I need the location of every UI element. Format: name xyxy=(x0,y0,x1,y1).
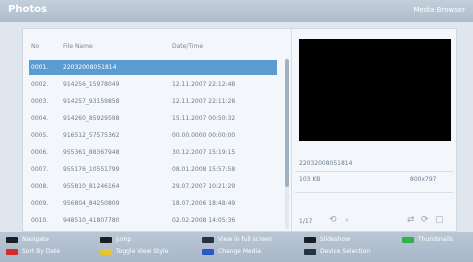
hint-navigate-label: Navigate xyxy=(22,236,49,243)
row-number: 0008. xyxy=(31,183,49,190)
remote-hint-bar: Navigate Sort By Date Jump Toggle View S… xyxy=(0,232,473,262)
row-datetime: 12.11.2007 22:11:28 xyxy=(172,98,236,105)
details-divider xyxy=(295,192,453,193)
row-datetime: 15.11.2007 00:50:32 xyxy=(172,115,236,122)
yellow-key-icon xyxy=(100,248,112,255)
stop-icon: ▢ xyxy=(435,215,444,225)
row-datetime: 02.02.2008 14:05:36 xyxy=(172,217,236,224)
play-key-icon xyxy=(304,236,316,243)
title-bar: Photos Media Browser xyxy=(0,0,473,22)
row-number: 0009. xyxy=(31,200,49,207)
shuffle-icon: ⇄ xyxy=(407,215,415,225)
row-file-name: 956804_84250809 xyxy=(63,200,120,207)
hint-device-selection-label: Device Selection xyxy=(320,248,371,255)
hint-slideshow-label: Slideshow xyxy=(320,236,351,243)
list-item[interactable]: 0006. 955361_88367948 30.12.2007 15:19:1… xyxy=(29,145,277,160)
row-number: 0006. xyxy=(31,149,49,156)
app-subtitle: Media Browser xyxy=(413,6,465,14)
repeat-icon: ⟳ xyxy=(421,215,429,225)
image-resolution: 800x797 xyxy=(410,176,437,183)
list-item[interactable]: 0003. 914257_93159858 12.11.2007 22:11:2… xyxy=(29,94,277,109)
hint-change-media-label: Change Media xyxy=(218,248,261,255)
row-number: 0005. xyxy=(31,132,49,139)
column-header-file-name: File Name xyxy=(63,43,93,50)
list-item[interactable]: 0004. 914260_85929598 15.11.2007 00:50:3… xyxy=(29,111,277,126)
row-datetime: 08.01.2008 15:57:58 xyxy=(172,166,236,173)
hint-full-screen-label: View in full screen xyxy=(218,236,273,243)
row-datetime: 18.07.2006 18:48:49 xyxy=(172,200,236,207)
hint-toggle-view: Toggle View Style xyxy=(100,248,168,255)
hint-thumbnails: Thumbnails xyxy=(402,236,453,243)
media-panel: No File Name Date/Time 0001. 22032008051… xyxy=(22,28,457,232)
panel-divider xyxy=(291,29,292,231)
row-number: 0001. xyxy=(31,64,49,71)
app-title: Photos xyxy=(8,4,47,15)
hint-change-media: Change Media xyxy=(202,248,261,255)
hint-slideshow: Slideshow xyxy=(304,236,350,243)
row-file-name: 948510_41807780 xyxy=(63,217,120,224)
list-item[interactable]: 0008. 955810_81246164 29.07.2007 10:21:2… xyxy=(29,179,277,194)
row-file-name: 22032008051814 xyxy=(63,64,117,71)
row-number: 0007. xyxy=(31,166,49,173)
details-divider xyxy=(295,171,453,172)
scrollbar-thumb[interactable] xyxy=(285,59,289,187)
list-item[interactable]: 0009. 956804_84250809 18.07.2006 18:48:4… xyxy=(29,196,277,211)
hint-jump: Jump xyxy=(100,236,131,243)
row-number: 0003. xyxy=(31,98,49,105)
list-item[interactable]: 0005. 916512_57575362 00.00.0000 00:00:0… xyxy=(29,128,277,143)
column-header-no: No xyxy=(31,43,40,50)
row-number: 0004. xyxy=(31,115,49,122)
row-file-name: 955810_81246164 xyxy=(63,183,120,190)
row-file-name: 916512_57575362 xyxy=(63,132,120,139)
hint-full-screen: View in full screen xyxy=(202,236,273,243)
row-datetime: 30.12.2007 15:19:15 xyxy=(172,149,236,156)
row-file-name: 955176_10551799 xyxy=(63,166,120,173)
hint-jump-label: Jump xyxy=(116,236,132,243)
list-item[interactable]: 0010. 948510_41807780 02.02.2008 14:05:3… xyxy=(29,213,277,228)
image-preview xyxy=(299,39,451,141)
preview-file-name: 22032008051814 xyxy=(299,160,353,167)
navigate-key-icon xyxy=(6,236,18,243)
green-key-icon xyxy=(402,236,414,243)
column-header-datetime: Date/Time xyxy=(172,43,204,50)
list-item[interactable]: 0002. 914256_15978049 12.11.2007 22:12:4… xyxy=(29,77,277,92)
hint-toggle-view-label: Toggle View Style xyxy=(116,248,169,255)
hint-device-selection: Device Selection xyxy=(304,248,370,255)
hint-navigate: Navigate xyxy=(6,236,49,243)
row-datetime: 12.11.2007 22:12:48 xyxy=(172,81,236,88)
row-file-name: 914257_93159858 xyxy=(63,98,120,105)
hint-thumbnails-label: Thumbnails xyxy=(418,236,453,243)
rotate-icon: ⟲ xyxy=(329,215,337,225)
file-size: 103 KB xyxy=(299,176,321,183)
row-file-name: 914256_15978049 xyxy=(63,81,120,88)
hint-sort: Sort By Date xyxy=(6,248,60,255)
row-number: 0010. xyxy=(31,217,49,224)
hint-sort-label: Sort By Date xyxy=(22,248,61,255)
row-datetime: 29.07.2007 10:21:29 xyxy=(172,183,236,190)
list-item[interactable]: 0007. 955176_10551799 08.01.2008 15:57:5… xyxy=(29,162,277,177)
blue-key-icon xyxy=(202,248,214,255)
row-number: 0002. xyxy=(31,81,49,88)
file-list: No File Name Date/Time 0001. 22032008051… xyxy=(23,29,285,231)
list-item-selected[interactable]: 0001. 22032008051814 xyxy=(29,60,277,75)
row-file-name: 914260_85929598 xyxy=(63,115,120,122)
item-position: 1/17 xyxy=(299,218,313,225)
ok-key-icon xyxy=(202,236,214,243)
zoom-icon: ⌕ xyxy=(345,216,349,224)
source-key-icon xyxy=(304,248,316,255)
list-scrollbar[interactable] xyxy=(285,59,289,229)
row-datetime: 00.00.0000 00:00:00 xyxy=(172,132,236,139)
number-keys-icon xyxy=(100,236,112,243)
red-key-icon xyxy=(6,248,18,255)
row-file-name: 955361_88367948 xyxy=(63,149,120,156)
